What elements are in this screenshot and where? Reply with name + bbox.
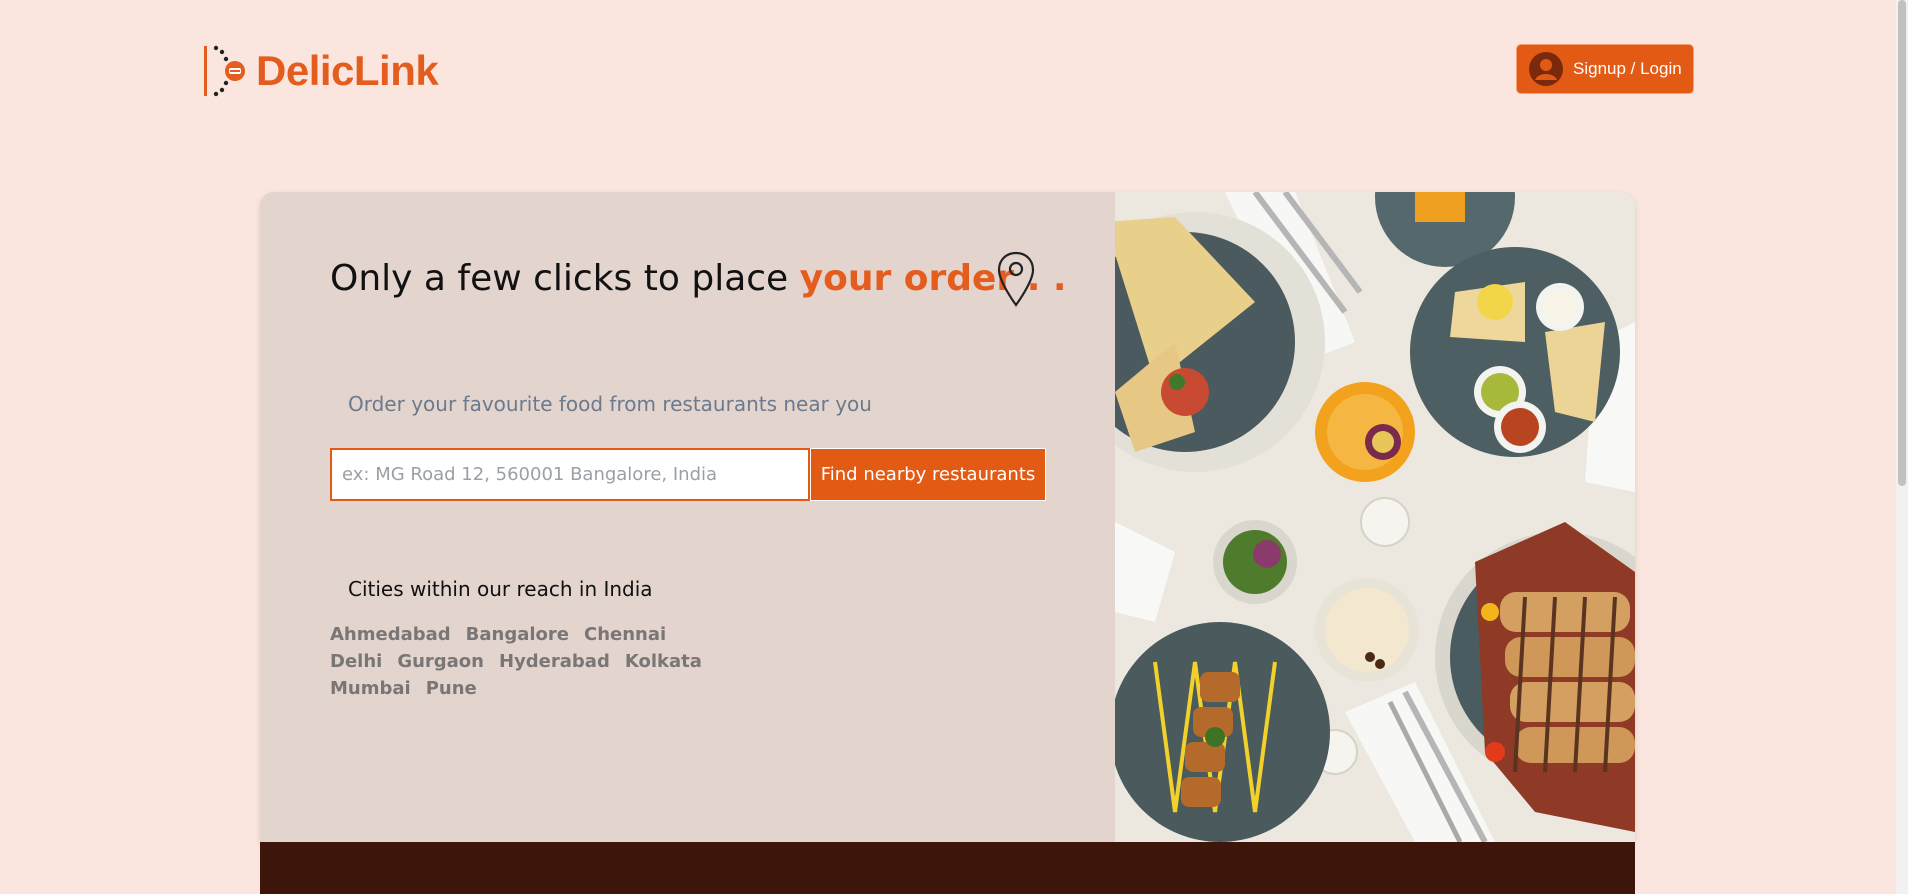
logo-mark-icon xyxy=(204,45,245,97)
user-avatar-icon xyxy=(1529,52,1563,86)
hero-card: Only a few clicks to place your order . … xyxy=(260,192,1635,842)
city-link[interactable]: Kolkata xyxy=(625,651,702,672)
city-link[interactable]: Bangalore xyxy=(466,624,569,645)
food-image xyxy=(1115,192,1635,842)
city-link[interactable]: Chennai xyxy=(584,624,666,645)
headline-prefix: Only a few clicks to place xyxy=(330,258,800,299)
city-link[interactable]: Pune xyxy=(426,678,477,699)
cities-title: Cities within our reach in India xyxy=(348,577,653,601)
city-link[interactable]: Mumbai xyxy=(330,678,411,699)
brand-logo[interactable]: DelicLink xyxy=(202,42,439,100)
address-search-input[interactable] xyxy=(330,448,810,501)
brand-name: DelicLink xyxy=(256,47,439,94)
search-form: Find nearby restaurants xyxy=(330,448,1046,501)
cities-list: Ahmedabad Bangalore Chennai Delhi Gurgao… xyxy=(330,624,730,699)
location-pin-icon xyxy=(997,251,1035,307)
city-link[interactable]: Gurgaon xyxy=(397,651,484,672)
hero-subtitle: Order your favourite food from restauran… xyxy=(348,392,872,416)
find-restaurants-button[interactable]: Find nearby restaurants xyxy=(810,448,1046,501)
hero-headline: Only a few clicks to place your order . … xyxy=(330,258,1067,299)
scrollbar-thumb[interactable] xyxy=(1898,0,1906,486)
city-link[interactable]: Ahmedabad xyxy=(330,624,451,645)
city-link[interactable]: Hyderabad xyxy=(499,651,610,672)
login-label: Signup / Login xyxy=(1573,59,1682,78)
footer-band xyxy=(260,842,1635,894)
city-link[interactable]: Delhi xyxy=(330,651,382,672)
signup-login-button[interactable]: Signup / Login xyxy=(1516,44,1694,94)
